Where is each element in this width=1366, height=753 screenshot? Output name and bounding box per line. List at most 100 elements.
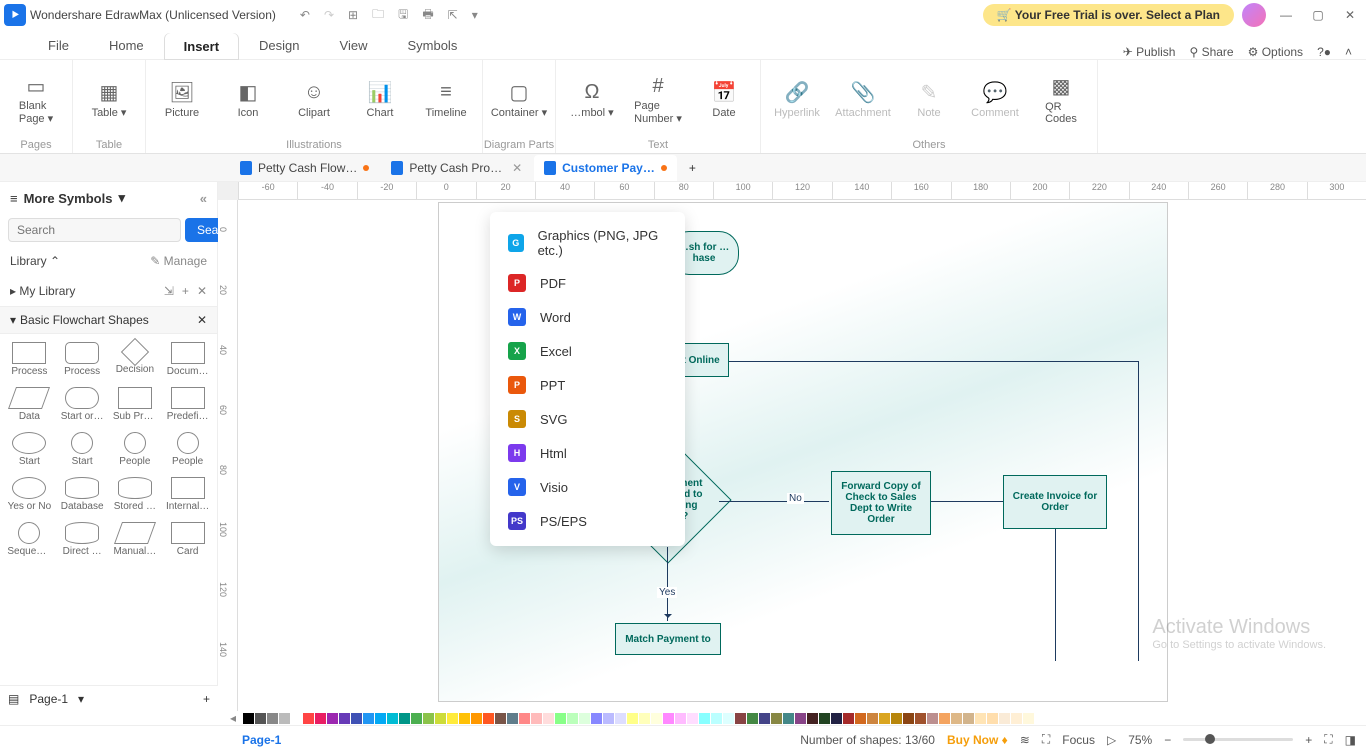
- color-swatch[interactable]: [435, 713, 446, 724]
- share-button[interactable]: ⚲ Share: [1189, 45, 1233, 59]
- color-swatch[interactable]: [1011, 713, 1022, 724]
- shape-stored …[interactable]: Stored …: [110, 473, 161, 516]
- color-swatch[interactable]: [843, 713, 854, 724]
- shape-decision[interactable]: Decision: [110, 338, 161, 381]
- color-swatch[interactable]: [411, 713, 422, 724]
- tab-insert[interactable]: Insert: [164, 33, 239, 60]
- connector-down[interactable]: [1055, 529, 1056, 661]
- node-match[interactable]: Match Payment to: [615, 623, 721, 655]
- tab-design[interactable]: Design: [239, 32, 319, 59]
- remove-icon[interactable]: ✕: [197, 284, 207, 298]
- dropdown-item[interactable]: XExcel: [490, 334, 685, 368]
- color-swatch[interactable]: [867, 713, 878, 724]
- redo-icon[interactable]: ↷: [324, 8, 334, 22]
- section-close-icon[interactable]: ✕: [197, 313, 207, 327]
- page-select[interactable]: Page-1 ▾: [29, 692, 193, 706]
- color-swatch[interactable]: [567, 713, 578, 724]
- color-swatch[interactable]: [531, 713, 542, 724]
- open-icon[interactable]: 🗀: [372, 5, 384, 26]
- shape-docum…[interactable]: Docum…: [162, 338, 213, 381]
- picture-button[interactable]: 🖼Picture: [152, 81, 212, 119]
- color-swatch[interactable]: [975, 713, 986, 724]
- color-swatch[interactable]: [747, 713, 758, 724]
- color-swatch[interactable]: [819, 713, 830, 724]
- shape-predefi…[interactable]: Predefi…: [162, 383, 213, 426]
- color-swatch[interactable]: [543, 713, 554, 724]
- color-swatch[interactable]: [687, 713, 698, 724]
- add-page-icon[interactable]: +: [203, 692, 210, 706]
- shape-process[interactable]: Process: [4, 338, 55, 381]
- color-swatch[interactable]: [423, 713, 434, 724]
- shape-direct …[interactable]: Direct …: [57, 518, 108, 561]
- tab-close-icon[interactable]: ✕: [512, 161, 522, 175]
- focus-button[interactable]: Focus: [1062, 733, 1095, 747]
- close-icon[interactable]: ✕: [1338, 8, 1362, 22]
- color-swatch[interactable]: [771, 713, 782, 724]
- container-button[interactable]: ▢Container ▾: [489, 80, 549, 119]
- color-swatch[interactable]: [327, 713, 338, 724]
- zoom-slider[interactable]: [1183, 738, 1293, 741]
- search-input[interactable]: [8, 218, 181, 242]
- color-swatch[interactable]: [711, 713, 722, 724]
- publish-button[interactable]: ✈ Publish: [1123, 45, 1176, 59]
- color-swatch[interactable]: [627, 713, 638, 724]
- color-swatch[interactable]: [663, 713, 674, 724]
- color-swatch[interactable]: [891, 713, 902, 724]
- dropdown-item[interactable]: WWord: [490, 300, 685, 334]
- color-swatch[interactable]: [279, 713, 290, 724]
- color-swatch[interactable]: [267, 713, 278, 724]
- dropdown-item[interactable]: HHtml: [490, 436, 685, 470]
- color-swatch[interactable]: [807, 713, 818, 724]
- color-swatch[interactable]: [831, 713, 842, 724]
- timeline-button[interactable]: ≡Timeline: [416, 81, 476, 119]
- shape-data[interactable]: Data: [4, 383, 55, 426]
- qat-dropdown-icon[interactable]: ▾: [472, 8, 478, 22]
- add-icon[interactable]: +: [182, 284, 189, 298]
- shape-sequen…[interactable]: Sequen…: [4, 518, 55, 561]
- color-swatch[interactable]: [555, 713, 566, 724]
- new-tab-button[interactable]: +: [679, 161, 706, 175]
- color-swatch[interactable]: [963, 713, 974, 724]
- shape-internal…[interactable]: Internal…: [162, 473, 213, 516]
- zoom-in-icon[interactable]: +: [1305, 733, 1312, 747]
- manage-button[interactable]: ✎ Manage: [150, 254, 207, 268]
- shape-sub pro…[interactable]: Sub Pro…: [110, 383, 161, 426]
- connector[interactable]: [667, 547, 668, 621]
- dropdown-item[interactable]: SSVG: [490, 402, 685, 436]
- color-swatch[interactable]: [579, 713, 590, 724]
- color-swatch[interactable]: [639, 713, 650, 724]
- shape-manual…[interactable]: Manual…: [110, 518, 161, 561]
- color-swatch[interactable]: [783, 713, 794, 724]
- shape-database[interactable]: Database: [57, 473, 108, 516]
- colorbar-scroll-left-icon[interactable]: ◂: [230, 711, 236, 725]
- color-swatch[interactable]: [759, 713, 770, 724]
- trial-banner[interactable]: 🛒 Your Free Trial is over. Select a Plan: [983, 4, 1234, 26]
- help-icon[interactable]: ?●: [1317, 45, 1331, 59]
- avatar[interactable]: [1242, 3, 1266, 27]
- play-icon[interactable]: ▷: [1107, 733, 1116, 747]
- color-swatch[interactable]: [915, 713, 926, 724]
- maximize-icon[interactable]: ▢: [1306, 8, 1330, 22]
- ribbon-collapse-icon[interactable]: ˄: [1345, 45, 1352, 59]
- connector-back[interactable]: [729, 361, 1139, 661]
- color-swatch[interactable]: [999, 713, 1010, 724]
- dropdown-item[interactable]: GGraphics (PNG, JPG etc.): [490, 220, 685, 266]
- color-swatch[interactable]: [471, 713, 482, 724]
- active-page-label[interactable]: Page-1: [242, 733, 281, 747]
- shape-process[interactable]: Process: [57, 338, 108, 381]
- color-swatch[interactable]: [315, 713, 326, 724]
- zoom-out-icon[interactable]: −: [1164, 733, 1171, 747]
- undo-icon[interactable]: ↶: [300, 8, 310, 22]
- color-swatch[interactable]: [987, 713, 998, 724]
- shape-start[interactable]: Start: [4, 428, 55, 471]
- minimize-icon[interactable]: —: [1274, 8, 1298, 22]
- date-button[interactable]: 📅Date: [694, 81, 754, 119]
- canvas[interactable]: …sh for …hase Make Payment Online Does P…: [238, 200, 1366, 711]
- export-icon[interactable]: ⇱: [448, 8, 458, 22]
- panel-icon[interactable]: ◨: [1345, 733, 1356, 747]
- color-swatch[interactable]: [951, 713, 962, 724]
- shape-people[interactable]: People: [110, 428, 161, 471]
- color-swatch[interactable]: [387, 713, 398, 724]
- color-swatch[interactable]: [723, 713, 734, 724]
- new-icon[interactable]: ⊞: [348, 8, 358, 22]
